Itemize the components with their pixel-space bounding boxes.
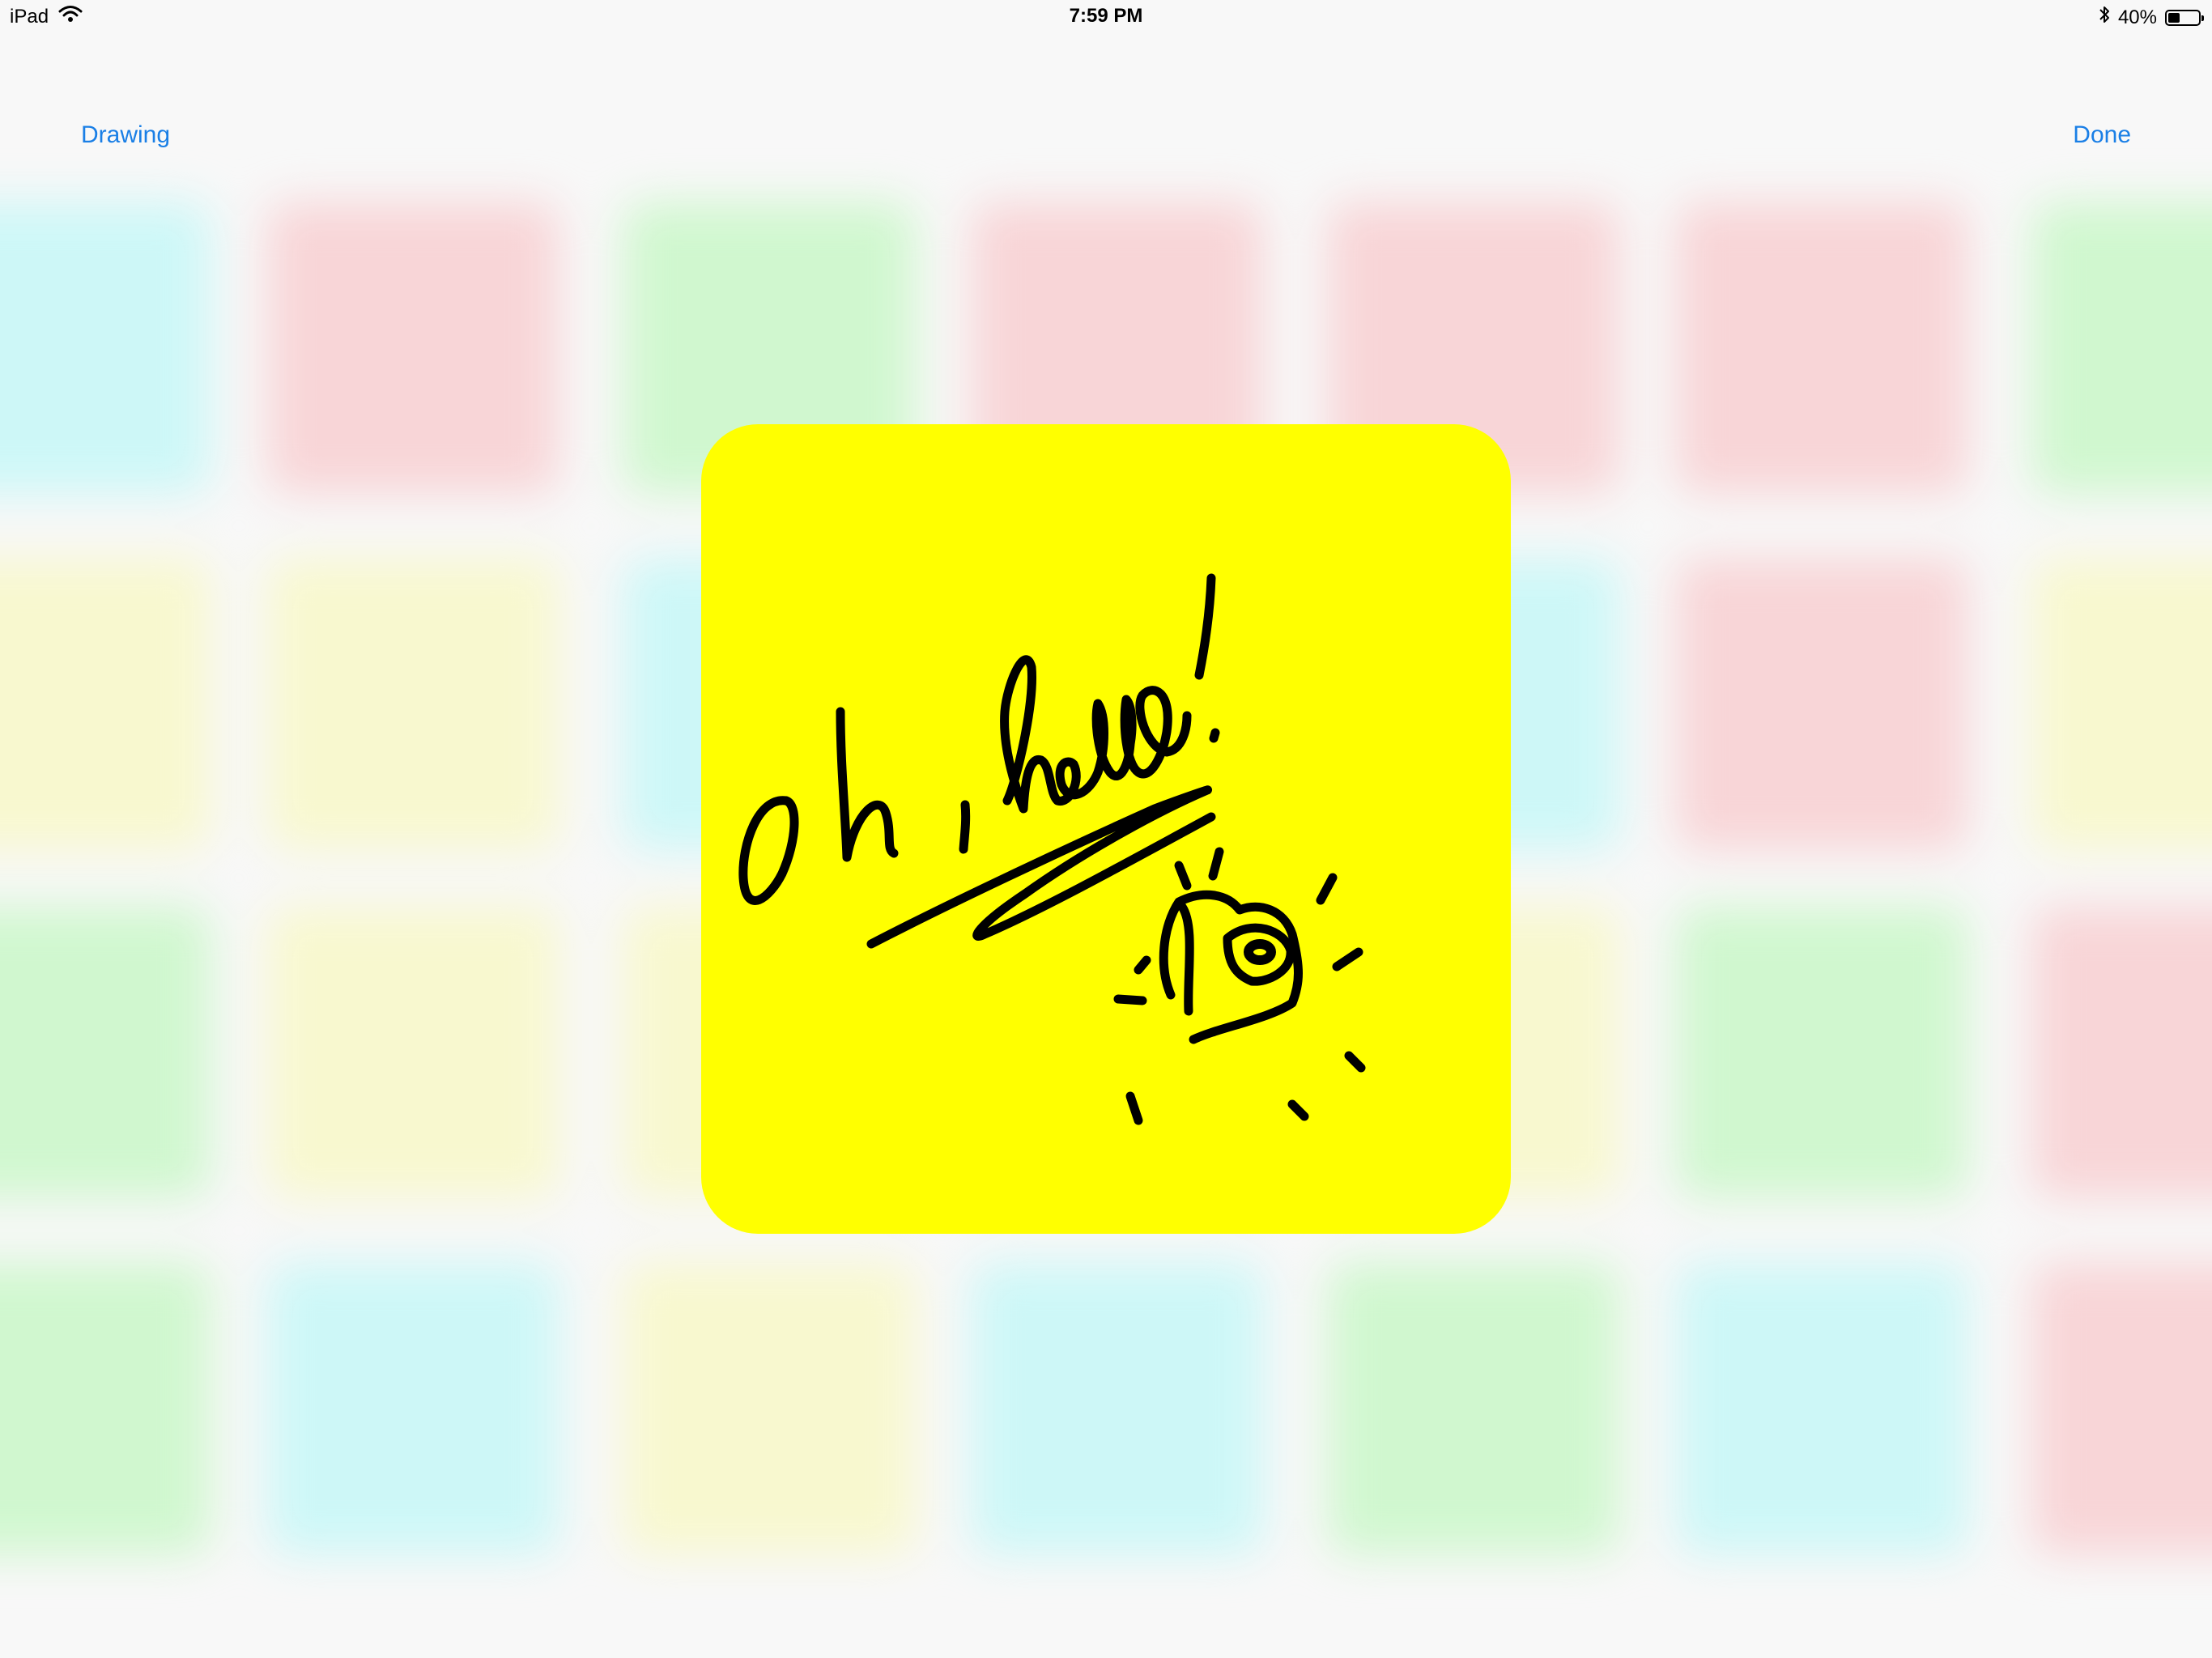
battery-icon — [2165, 9, 2204, 26]
done-button[interactable]: Done — [2073, 121, 2131, 149]
ray-2 — [1134, 955, 1151, 975]
handwritten-drawing — [738, 573, 1366, 1125]
ray-9 — [1125, 1091, 1143, 1125]
blurred-tile — [1676, 1263, 1967, 1554]
blurred-tile — [2032, 1263, 2212, 1554]
screen: iPad 7:59 PM 40% Drawing Done — [0, 0, 2212, 1658]
battery-fill — [2168, 12, 2180, 23]
ray-5 — [1316, 873, 1338, 905]
blurred-tile — [1676, 202, 1967, 494]
blurred-tile — [1676, 907, 1967, 1198]
ray-3 — [1174, 861, 1192, 891]
blurred-tile — [623, 1263, 915, 1554]
ray-6 — [1332, 947, 1363, 971]
blurred-tile — [267, 1263, 559, 1554]
eye-pupil — [1244, 939, 1276, 965]
blurred-tile — [0, 1263, 211, 1554]
blurred-tile — [972, 1263, 1263, 1554]
blurred-tile — [1328, 1263, 1619, 1554]
stroke-eyelid — [1177, 902, 1194, 1016]
bluetooth-icon — [2099, 5, 2110, 30]
blurred-tile — [2032, 559, 2212, 850]
status-time: 7:59 PM — [1069, 5, 1143, 27]
blurred-tile — [267, 559, 559, 850]
ray-7 — [1344, 1051, 1366, 1073]
blurred-tile — [0, 202, 211, 494]
battery-tip — [2201, 15, 2204, 21]
stroke-eye-inner — [1223, 923, 1295, 986]
drawing-button[interactable]: Drawing — [81, 121, 170, 149]
stroke-comma — [959, 800, 971, 854]
blurred-tile — [0, 907, 211, 1198]
blurred-tile — [1676, 559, 1967, 850]
stroke-h — [836, 707, 899, 862]
stroke-exclamation — [1194, 573, 1216, 680]
blurred-tile — [0, 559, 211, 850]
blurred-tile — [2032, 907, 2212, 1198]
stroke-o — [738, 796, 799, 905]
blurred-tile — [267, 907, 559, 1198]
stroke-underline — [866, 785, 1216, 949]
sticky-note[interactable] — [701, 424, 1511, 1234]
blurred-tile — [2032, 202, 2212, 494]
stroke-exclamation-dot — [1209, 728, 1220, 743]
status-bar: iPad 7:59 PM 40% — [0, 0, 2212, 32]
ray-1 — [1113, 994, 1147, 1005]
battery-percent: 40% — [2117, 6, 2157, 28]
status-right: 40% — [2099, 5, 2204, 30]
ray-8 — [1287, 1099, 1309, 1121]
blurred-tile — [267, 202, 559, 494]
stroke-hello — [1000, 655, 1192, 814]
navigation-bar: Drawing Done — [0, 105, 2212, 170]
ray-4 — [1208, 847, 1224, 881]
